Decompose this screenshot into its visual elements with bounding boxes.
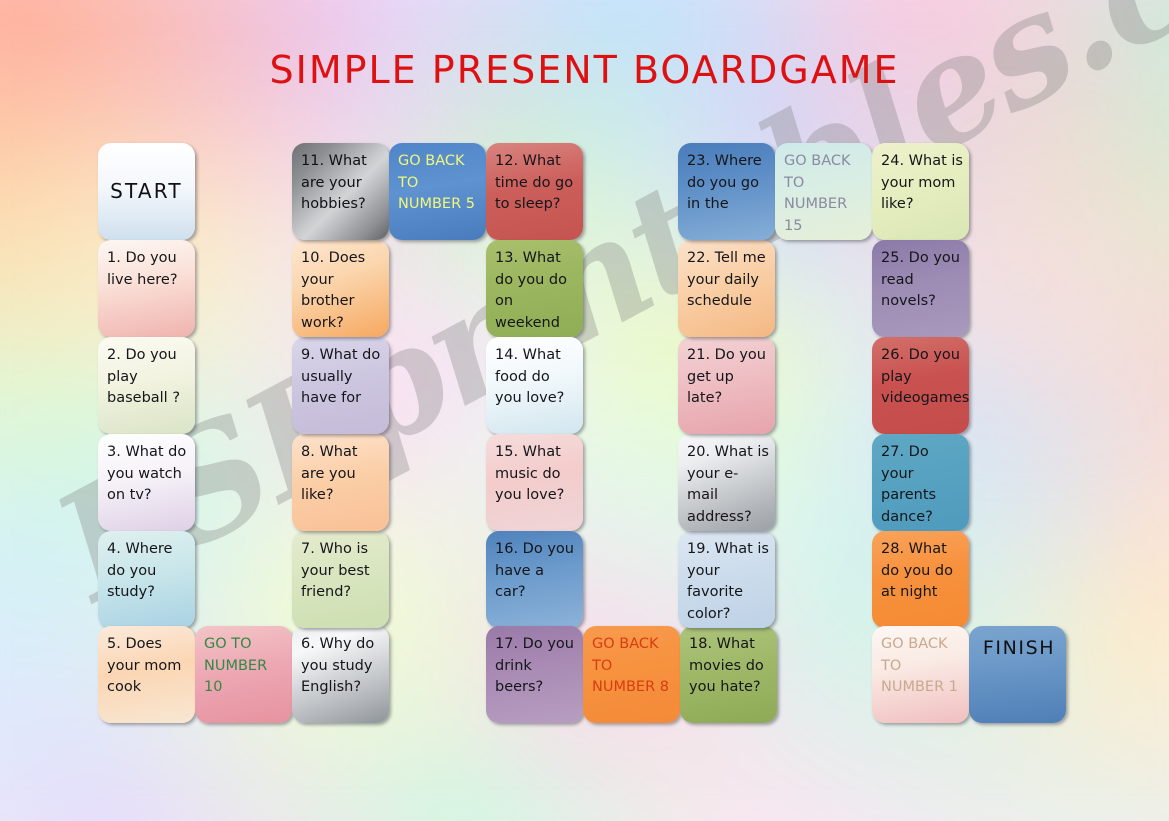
card-20[interactable]: 20. What is your e-mail address? xyxy=(678,434,775,531)
card-10[interactable]: 10. Does your brother work? xyxy=(292,240,389,337)
card-6-label: 6. Why do you study English? xyxy=(301,636,375,695)
card-5[interactable]: 5. Does your mom cook xyxy=(98,626,195,723)
card-8-label: 8. What are you like? xyxy=(301,444,358,503)
card-9[interactable]: 9. What do usually have for xyxy=(292,337,389,434)
card-21[interactable]: 21. Do you get up late? xyxy=(678,337,775,434)
card-4-label: 4. Where do you study? xyxy=(107,541,173,600)
card-27-label: 27. Do your parents dance? xyxy=(881,444,937,525)
card-25[interactable]: 25. Do you read novels? xyxy=(872,240,969,337)
card-18[interactable]: 18. What movies do you hate? xyxy=(680,626,777,723)
finish-label: FINISH xyxy=(982,637,1056,659)
card-18-label: 18. What movies do you hate? xyxy=(689,636,764,695)
card-11-label: 11. What are your hobbies? xyxy=(301,153,367,212)
card-13-label: 13. What do you do on weekend xyxy=(495,250,568,331)
card-2[interactable]: 2. Do you play baseball ? xyxy=(98,337,195,434)
card-4[interactable]: 4. Where do you study? xyxy=(98,531,195,628)
card-23[interactable]: 23. Where do you go in the xyxy=(678,143,775,240)
card-26[interactable]: 26. Do you play videogames? xyxy=(872,337,969,434)
card-19[interactable]: 19. What is your favorite color? xyxy=(678,531,775,628)
finish[interactable]: FINISH xyxy=(969,626,1066,723)
card-15[interactable]: 15. What music do you love? xyxy=(486,434,583,531)
goback-8-label: GO BACK TO NUMBER 8 xyxy=(592,636,669,695)
card-1[interactable]: 1. Do you live here? xyxy=(98,240,195,337)
card-2-label: 2. Do you play baseball ? xyxy=(107,347,181,406)
card-6[interactable]: 6. Why do you study English? xyxy=(292,626,389,723)
page-title: SIMPLE PRESENT BOARDGAME xyxy=(269,48,900,92)
card-28[interactable]: 28. What do you do at night xyxy=(872,531,969,628)
boardgame-canvas: ESLprintables.com SIMPLE PRESENT BOARDGA… xyxy=(0,0,1169,821)
card-12[interactable]: 12. What time do go to sleep? xyxy=(486,143,583,240)
card-16-label: 16. Do you have a car? xyxy=(495,541,574,600)
card-19-label: 19. What is your favorite color? xyxy=(687,541,769,622)
goback-1-label: GO BACK TO NUMBER 1 xyxy=(881,636,958,695)
card-9-label: 9. What do usually have for xyxy=(301,347,381,406)
card-13[interactable]: 13. What do you do on weekend xyxy=(486,240,583,337)
card-11[interactable]: 11. What are your hobbies? xyxy=(292,143,389,240)
card-24-label: 24. What is your mom like? xyxy=(881,153,963,212)
card-26-label: 26. Do you play videogames? xyxy=(881,347,969,406)
card-3[interactable]: 3. What do you watch on tv? xyxy=(98,434,195,531)
card-3-label: 3. What do you watch on tv? xyxy=(107,444,187,503)
goback-15[interactable]: GO BACK TO NUMBER 15 xyxy=(775,143,872,240)
goback-5[interactable]: GO BACK TO NUMBER 5 xyxy=(389,143,486,240)
goto-10[interactable]: GO TO NUMBER 10 xyxy=(195,626,292,723)
goback-15-label: GO BACK TO NUMBER 15 xyxy=(784,153,851,234)
goto-10-label: GO TO NUMBER 10 xyxy=(204,636,268,695)
card-25-label: 25. Do you read novels? xyxy=(881,250,960,309)
card-12-label: 12. What time do go to sleep? xyxy=(495,153,574,212)
start[interactable]: START xyxy=(98,143,195,240)
card-17[interactable]: 17. Do you drink beers? xyxy=(486,626,583,723)
card-23-label: 23. Where do you go in the xyxy=(687,153,762,212)
card-17-label: 17. Do you drink beers? xyxy=(495,636,574,695)
card-20-label: 20. What is your e-mail address? xyxy=(687,444,769,525)
card-1-label: 1. Do you live here? xyxy=(107,250,178,288)
card-16[interactable]: 16. Do you have a car? xyxy=(486,531,583,628)
card-21-label: 21. Do you get up late? xyxy=(687,347,766,406)
card-14[interactable]: 14. What food do you love? xyxy=(486,337,583,434)
card-24[interactable]: 24. What is your mom like? xyxy=(872,143,969,240)
card-14-label: 14. What food do you love? xyxy=(495,347,565,406)
start-label: START xyxy=(110,178,183,203)
card-15-label: 15. What music do you love? xyxy=(495,444,565,503)
goback-1[interactable]: GO BACK TO NUMBER 1 xyxy=(872,626,969,723)
card-7[interactable]: 7. Who is your best friend? xyxy=(292,531,389,628)
card-8[interactable]: 8. What are you like? xyxy=(292,434,389,531)
card-28-label: 28. What do you do at night xyxy=(881,541,954,600)
goback-8[interactable]: GO BACK TO NUMBER 8 xyxy=(583,626,680,723)
card-27[interactable]: 27. Do your parents dance? xyxy=(872,434,969,531)
card-22[interactable]: 22. Tell me your daily schedule xyxy=(678,240,775,337)
card-22-label: 22. Tell me your daily schedule xyxy=(687,250,766,309)
card-10-label: 10. Does your brother work? xyxy=(301,250,366,331)
card-7-label: 7. Who is your best friend? xyxy=(301,541,370,600)
watermark-text: ESLprintables.com xyxy=(29,0,1169,634)
goback-5-label: GO BACK TO NUMBER 5 xyxy=(398,153,475,212)
card-5-label: 5. Does your mom cook xyxy=(107,636,182,695)
